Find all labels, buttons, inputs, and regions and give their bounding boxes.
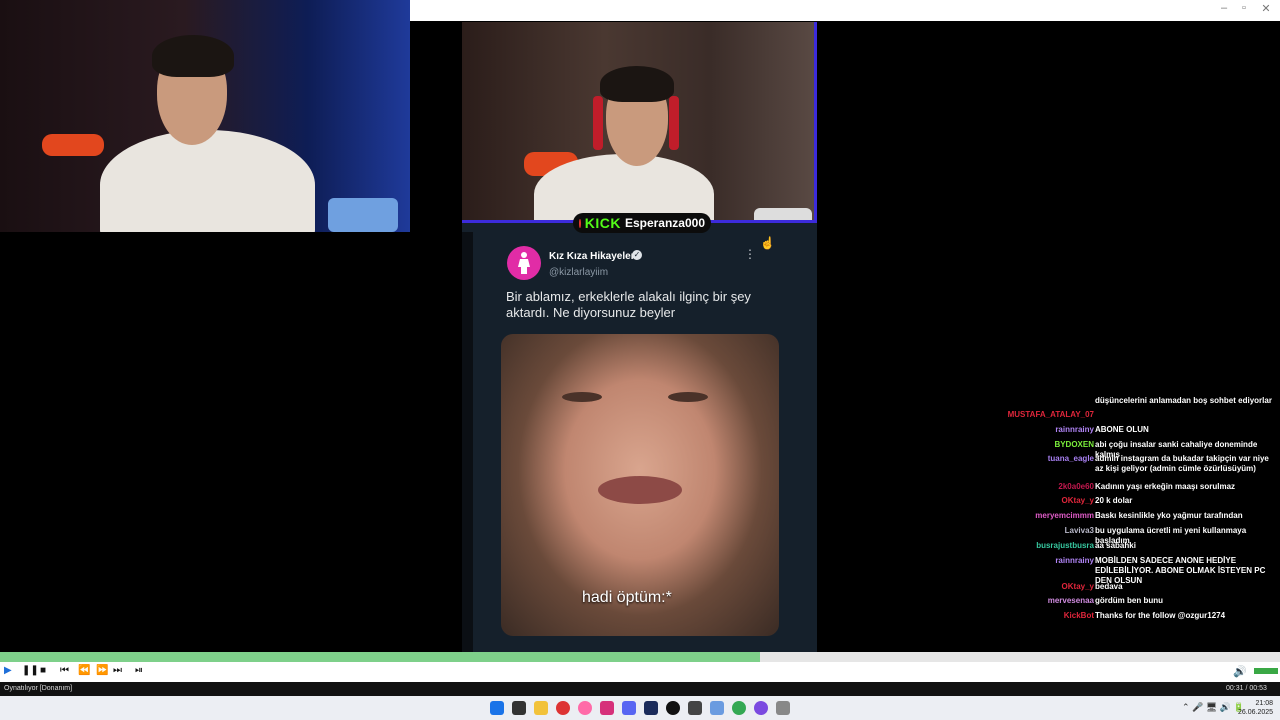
- discord-icon[interactable]: [622, 701, 636, 715]
- taskbar: [0, 696, 1280, 720]
- rewind-icon[interactable]: ⏪: [78, 665, 90, 676]
- video-caption: hadi öptüm:*: [582, 589, 672, 606]
- microphone-graphic: [42, 134, 104, 156]
- chat-text: bedava: [1095, 582, 1123, 591]
- capcut-icon[interactable]: [688, 701, 702, 715]
- seek-bar-progress: [0, 652, 761, 662]
- chat-username[interactable]: rainnrainy: [1055, 556, 1094, 566]
- video-frame-detail: [598, 476, 682, 504]
- chat-username[interactable]: OKtay_y: [1062, 582, 1094, 592]
- more-options-icon[interactable]: ⋮: [744, 247, 756, 261]
- window-title-bar: – ▫ ✕: [410, 0, 1280, 21]
- status-text: Oynatılıyor [Donanım]: [4, 685, 73, 692]
- woman-icon: [518, 252, 530, 274]
- live-dot-icon: [579, 218, 581, 228]
- kick-logo: KICK: [584, 215, 621, 231]
- chat-text: düşüncelerini anlamadan boş sohbet ediyo…: [1095, 396, 1272, 405]
- minimize-icon[interactable]: –: [1216, 2, 1232, 14]
- app-icon[interactable]: [754, 701, 768, 715]
- chat-text: admin instagram da bukadar takipçin var …: [1095, 454, 1269, 473]
- chrome-icon[interactable]: [732, 701, 746, 715]
- chat-text: Thanks for the follow @ozgur1274: [1095, 611, 1226, 620]
- headset-left: [593, 96, 603, 150]
- chat-text: gördüm ben bunu: [1095, 596, 1163, 605]
- kick-channel-badge: KICK Esperanza000: [573, 213, 711, 233]
- tiktok-icon[interactable]: [666, 701, 680, 715]
- chat-username[interactable]: busrajustbusra: [1036, 541, 1094, 551]
- channel-name: Esperanza000: [624, 216, 705, 230]
- streamer-body: [534, 154, 714, 222]
- clock-time: 21:08: [1255, 700, 1274, 707]
- photoshop-icon[interactable]: [644, 701, 658, 715]
- opera-icon[interactable]: [578, 701, 592, 715]
- settings-icon[interactable]: [710, 701, 724, 715]
- chat-username[interactable]: BYDOXEN: [1054, 440, 1094, 450]
- chat-panel: düşüncelerini anlamadan boş sohbet ediyo…: [990, 396, 1280, 628]
- tweet-text: Bir ablamız, erkeklerle alakalı ilginç b…: [506, 289, 751, 320]
- instagram-icon[interactable]: [600, 701, 614, 715]
- clock-date: 26.06.2025: [1238, 709, 1274, 716]
- streamer-body: [100, 130, 315, 232]
- chat-username[interactable]: KickBot: [1064, 611, 1094, 621]
- start-icon[interactable]: [490, 701, 504, 715]
- next-icon[interactable]: ⏭: [113, 665, 122, 676]
- system-tray[interactable]: ⌃ 🎤 🖥 🔊 🔋: [1182, 702, 1245, 713]
- tweet-handle[interactable]: @kizlarlayiim: [549, 267, 608, 278]
- chat-username[interactable]: MUSTAFA_ATALAY_07: [1008, 410, 1094, 420]
- verified-badge-icon: ✓: [632, 250, 642, 260]
- chat-username[interactable]: mervesenaa: [1048, 596, 1094, 606]
- time-readout: 00:31 / 00:53: [1226, 685, 1267, 692]
- frame-step-icon[interactable]: ⏯: [135, 665, 143, 676]
- chat-text: Baskı kesinlikle yko yağmur tarafından: [1095, 511, 1243, 520]
- tweet-display-name[interactable]: Kız Kıza Hikayeler: [549, 251, 635, 262]
- chat-text: aa sabahki: [1095, 541, 1136, 550]
- headset-right: [669, 96, 679, 150]
- file-explorer-icon[interactable]: [534, 701, 548, 715]
- chat-username[interactable]: rainnrainy: [1055, 425, 1094, 435]
- streamer-hair: [152, 35, 234, 77]
- forward-icon[interactable]: ⏩: [96, 665, 108, 676]
- streamer-hair: [600, 66, 674, 102]
- chat-text: 20 k dolar: [1095, 496, 1133, 505]
- container-object: [328, 198, 398, 232]
- media-player-icon[interactable]: [776, 701, 790, 715]
- video-frame-detail: [668, 392, 708, 402]
- chat-username[interactable]: meryemcimmm: [1035, 511, 1094, 521]
- chat-text: ABONE OLUN: [1095, 425, 1149, 434]
- play-icon[interactable]: ▶: [4, 665, 12, 676]
- stop-icon[interactable]: ■: [40, 665, 46, 676]
- player-controls-bar: [0, 662, 1280, 682]
- center-webcam-video: [462, 22, 817, 222]
- video-frame-detail: [562, 392, 602, 402]
- app-icon[interactable]: [556, 701, 570, 715]
- stream-frame-border: [814, 22, 817, 222]
- stream-side-strip: [462, 232, 473, 652]
- chat-text: Kadının yaşı erkeğin maaşı sorulmaz: [1095, 482, 1236, 491]
- chat-username[interactable]: Laviva3: [1065, 526, 1094, 536]
- maximize-icon[interactable]: ▫: [1236, 2, 1252, 14]
- left-webcam-video: [0, 0, 410, 232]
- hand-cursor-icon: ☝: [760, 236, 775, 250]
- close-icon[interactable]: ✕: [1258, 2, 1274, 15]
- chat-username[interactable]: 2k0a0e60: [1058, 482, 1094, 492]
- pause-icon[interactable]: ❚❚: [22, 665, 39, 676]
- chat-username[interactable]: tuana_eagle: [1048, 454, 1094, 464]
- chat-username[interactable]: OKtay_y: [1062, 496, 1094, 506]
- task-view-icon[interactable]: [512, 701, 526, 715]
- clock[interactable]: 21:08 26.06.2025: [1238, 699, 1273, 717]
- volume-icon[interactable]: 🔊: [1233, 665, 1247, 678]
- status-bar: [0, 682, 1280, 696]
- volume-slider[interactable]: [1254, 668, 1278, 674]
- previous-icon[interactable]: ⏮: [60, 665, 69, 676]
